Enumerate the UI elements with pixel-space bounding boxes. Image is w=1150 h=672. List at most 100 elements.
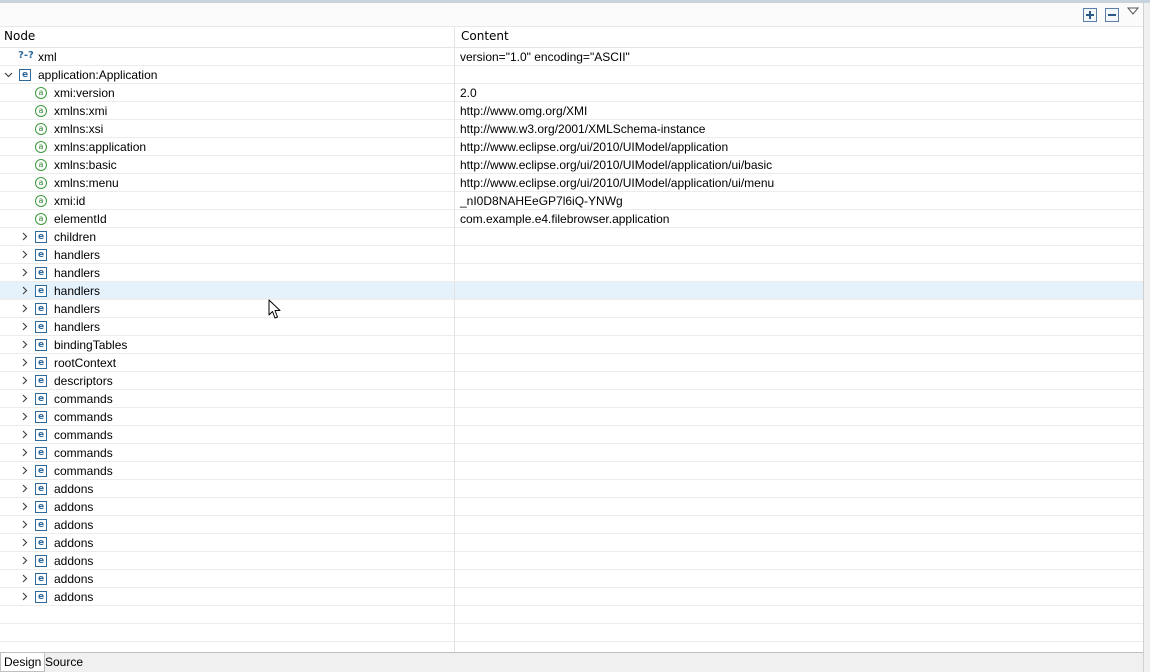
chevron-right-icon[interactable]: [20, 358, 29, 367]
chevron-right-icon[interactable]: [20, 520, 29, 529]
chevron-right-icon[interactable]: [20, 592, 29, 601]
node-label: descriptors: [54, 374, 113, 388]
chevron-right-icon[interactable]: [20, 412, 29, 421]
node-label: xmlns:application: [54, 140, 147, 154]
tree-row[interactable]: a xmlns:xmi http://www.omg.org/XMI: [0, 102, 1143, 120]
element-icon: e: [35, 357, 47, 369]
chevron-right-icon[interactable]: [20, 556, 29, 565]
chevron-right-icon[interactable]: [20, 394, 29, 403]
element-icon: e: [35, 501, 47, 513]
attribute-icon: a: [35, 123, 47, 135]
mouse-pointer-icon: [268, 299, 281, 319]
tree-row[interactable]: e commands: [0, 462, 1143, 480]
node-content[interactable]: http://www.omg.org/XMI: [460, 102, 587, 120]
node-label: handlers: [54, 266, 101, 280]
element-icon: e: [35, 231, 47, 243]
tree-row[interactable]: e descriptors: [0, 372, 1143, 390]
chevron-right-icon[interactable]: [20, 430, 29, 439]
view-menu-icon[interactable]: [1127, 6, 1139, 16]
chevron-right-icon[interactable]: [20, 304, 29, 313]
tree-row[interactable]: e addons: [0, 480, 1143, 498]
node-content[interactable]: http://www.eclipse.org/ui/2010/UIModel/a…: [460, 174, 774, 192]
column-divider[interactable]: [454, 27, 455, 48]
tree-row[interactable]: e handlers: [0, 318, 1143, 336]
element-icon: e: [19, 69, 31, 81]
column-header-node[interactable]: Node: [4, 27, 35, 48]
tree-row[interactable]: e addons: [0, 570, 1143, 588]
element-icon: e: [35, 537, 47, 549]
node-label: handlers: [54, 302, 101, 316]
tree-row[interactable]: e handlers: [0, 282, 1143, 300]
chevron-right-icon[interactable]: [20, 232, 29, 241]
node-label: commands: [54, 446, 113, 460]
node-label: elementId: [54, 212, 107, 226]
tree-toolbar: [0, 3, 1143, 27]
tree-row[interactable]: e application:Application: [0, 66, 1143, 84]
vertical-scrollbar[interactable]: [1143, 3, 1150, 672]
node-content[interactable]: http://www.eclipse.org/ui/2010/UIModel/a…: [460, 156, 772, 174]
tab-source[interactable]: Source: [42, 653, 86, 672]
tree-row[interactable]: e commands: [0, 444, 1143, 462]
tree-row[interactable]: a xmlns:basic http://www.eclipse.org/ui/20…: [0, 156, 1143, 174]
chevron-right-icon[interactable]: [20, 484, 29, 493]
tree-row[interactable]: e addons: [0, 534, 1143, 552]
node-label: handlers: [54, 248, 101, 262]
element-icon: e: [35, 285, 47, 297]
tree-row[interactable]: a elementId com.example.e4.filebrowser.app…: [0, 210, 1143, 228]
element-icon: e: [35, 249, 47, 261]
chevron-right-icon[interactable]: [20, 340, 29, 349]
tree-row[interactable]: e commands: [0, 426, 1143, 444]
tree-row[interactable]: a xmlns:xsi http://www.w3.org/2001/XMLSche…: [0, 120, 1143, 138]
minus-icon: [1108, 14, 1116, 16]
chevron-right-icon[interactable]: [20, 268, 29, 277]
collapse-all-button[interactable]: [1105, 8, 1119, 22]
node-content[interactable]: http://www.w3.org/2001/XMLSchema-instanc…: [460, 120, 705, 138]
tree-row[interactable]: e children: [0, 228, 1143, 246]
node-content[interactable]: version="1.0" encoding="ASCII": [460, 48, 630, 66]
chevron-down-icon[interactable]: [4, 70, 13, 79]
node-label: commands: [54, 410, 113, 424]
node-content[interactable]: http://www.eclipse.org/ui/2010/UIModel/a…: [460, 138, 728, 156]
element-icon: e: [35, 573, 47, 585]
tree-row[interactable]: ?-? xml version="1.0" encoding="ASCII": [0, 48, 1143, 66]
tab-design[interactable]: Design: [0, 653, 46, 672]
tree-row[interactable]: e handlers: [0, 246, 1143, 264]
node-content[interactable]: _nI0D8NAHEeGP7l6iQ-YNWg: [460, 192, 623, 210]
attribute-icon: a: [35, 177, 47, 189]
tree-row[interactable]: e addons: [0, 498, 1143, 516]
node-label: addons: [54, 590, 94, 604]
tree-row[interactable]: a xmi:id _nI0D8NAHEeGP7l6iQ-YNWg: [0, 192, 1143, 210]
expand-all-button[interactable]: [1083, 8, 1097, 22]
tree-row[interactable]: e addons: [0, 552, 1143, 570]
chevron-right-icon[interactable]: [20, 376, 29, 385]
element-icon: e: [35, 519, 47, 531]
node-content[interactable]: com.example.e4.filebrowser.application: [460, 210, 669, 228]
tree-header: Node Content: [0, 27, 1143, 48]
tree-row[interactable]: e rootContext: [0, 354, 1143, 372]
node-content[interactable]: 2.0: [460, 84, 477, 102]
tree-row[interactable]: e bindingTables: [0, 336, 1143, 354]
node-label: xmi:id: [54, 194, 86, 208]
chevron-right-icon[interactable]: [20, 502, 29, 511]
chevron-right-icon[interactable]: [20, 322, 29, 331]
element-icon: e: [35, 447, 47, 459]
chevron-right-icon[interactable]: [20, 466, 29, 475]
tree-row[interactable]: e addons: [0, 516, 1143, 534]
chevron-right-icon[interactable]: [20, 250, 29, 259]
chevron-right-icon[interactable]: [20, 448, 29, 457]
tree-row[interactable]: e handlers: [0, 300, 1143, 318]
tree-row[interactable]: a xmi:version 2.0: [0, 84, 1143, 102]
tree-row[interactable]: e addons: [0, 588, 1143, 606]
processing-instruction-icon: ?-?: [18, 50, 34, 61]
chevron-right-icon[interactable]: [20, 574, 29, 583]
attribute-icon: a: [35, 87, 47, 99]
column-header-content[interactable]: Content: [461, 27, 509, 48]
chevron-right-icon[interactable]: [20, 538, 29, 547]
tree-row[interactable]: a xmlns:menu http://www.eclipse.org/ui/201…: [0, 174, 1143, 192]
tree-row[interactable]: e commands: [0, 390, 1143, 408]
tree-row[interactable]: e handlers: [0, 264, 1143, 282]
tree-row[interactable]: e commands: [0, 408, 1143, 426]
tree-row[interactable]: a xmlns:application http://www.eclipse.org…: [0, 138, 1143, 156]
node-label: handlers: [54, 284, 101, 298]
chevron-right-icon[interactable]: [20, 286, 29, 295]
